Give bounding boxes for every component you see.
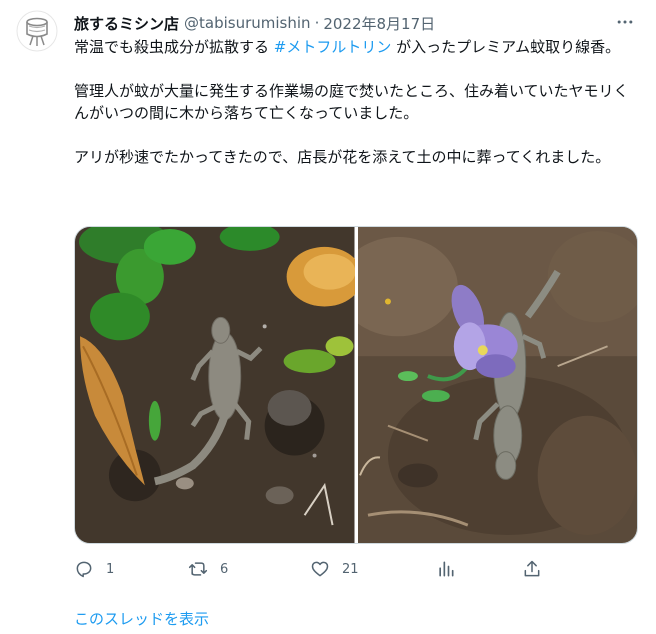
tweet-actions: 1 6 21	[66, 556, 566, 582]
tweet-date[interactable]: 2022年8月17日	[323, 13, 435, 34]
tweet-text: 常温でも殺虫成分が拡散する #メトフルトリン が入ったプレミアム蚊取り線香。 管…	[74, 36, 642, 168]
tweet-media	[74, 226, 638, 544]
reply-icon	[76, 561, 92, 578]
photo-gecko-on-ground-image	[75, 227, 355, 543]
stats-button[interactable]	[436, 556, 456, 582]
photo-gecko-on-ground[interactable]	[75, 227, 355, 543]
display-name[interactable]: 旅するミシン店	[74, 13, 179, 34]
stats-icon	[439, 561, 454, 577]
more-dots-icon	[617, 20, 633, 24]
reply-count: 1	[106, 561, 115, 577]
more-button[interactable]	[612, 10, 638, 34]
sewing-machine-logo-icon	[16, 10, 58, 52]
share-icon	[524, 560, 540, 577]
separator-dot: ·	[314, 14, 320, 32]
tweet-header: 旅するミシン店 @tabisurumishin · 2022年8月17日	[74, 12, 636, 34]
like-count: 21	[342, 561, 359, 577]
tweet-paragraph-2: 管理人が蚊が大量に発生する作業場の庭で焚いたところ、住み着いていたヤモリくんがい…	[74, 82, 629, 122]
show-thread-link[interactable]: このスレッドを表示	[74, 608, 209, 629]
text-segment: が入ったプレミアム蚊取り線香。	[391, 38, 621, 56]
user-handle[interactable]: @tabisurumishin	[184, 14, 311, 32]
photo-gecko-with-flower[interactable]	[357, 227, 637, 543]
like-button[interactable]: 21	[310, 556, 359, 582]
hashtag-link[interactable]: #メトフルトリン	[274, 38, 392, 56]
avatar[interactable]	[16, 10, 58, 52]
retweet-count: 6	[220, 561, 229, 577]
share-button[interactable]	[522, 556, 542, 582]
text-segment: 常温でも殺虫成分が拡散する	[74, 38, 274, 56]
retweet-button[interactable]: 6	[188, 556, 228, 582]
reply-button[interactable]: 1	[74, 556, 114, 582]
heart-icon	[311, 561, 329, 577]
tweet-paragraph-3: アリが秒速でたかってきたので、店長が花を添えて土の中に葬ってくれました。	[74, 148, 611, 166]
photo-gecko-with-flower-image	[357, 227, 637, 543]
tweet-paragraph-1: 常温でも殺虫成分が拡散する #メトフルトリン が入ったプレミアム蚊取り線香。	[74, 36, 642, 58]
retweet-icon	[188, 562, 208, 576]
